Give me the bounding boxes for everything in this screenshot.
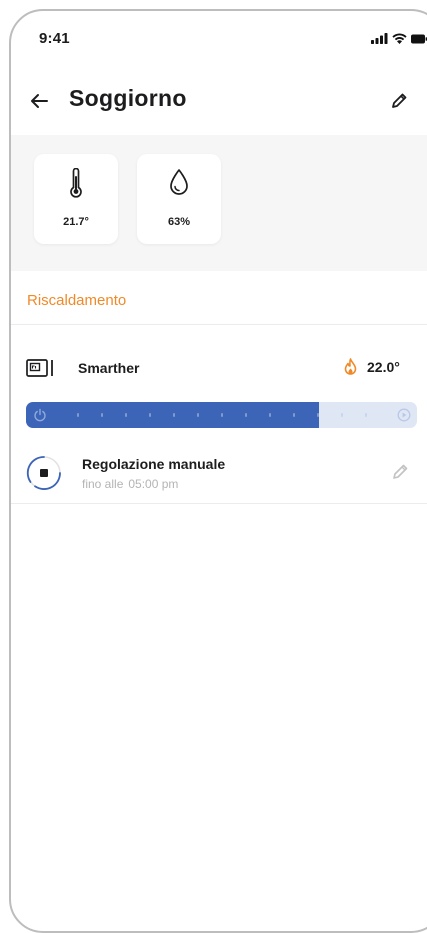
pencil-icon	[392, 93, 407, 108]
page-title: Soggiorno	[69, 85, 187, 111]
setpoint-value: 22.0°	[367, 359, 400, 375]
divider	[11, 324, 427, 325]
timeline-tick	[245, 413, 247, 417]
mode-row[interactable]: Regolazione manuale fino alle 05:00 pm	[11, 445, 427, 505]
edit-room-button[interactable]	[385, 87, 413, 115]
temperature-card[interactable]: 21.7°	[34, 154, 118, 244]
status-time: 9:41	[39, 30, 70, 47]
mode-until-time: 05:00 pm	[128, 477, 179, 491]
play-icon	[397, 408, 411, 422]
timeline-tick	[77, 413, 79, 417]
timeline-tick	[293, 413, 295, 417]
timeline-tick	[197, 413, 199, 417]
stop-icon	[26, 456, 61, 490]
humidity-value: 63%	[167, 216, 191, 228]
sensors-strip: 21.7° 63%	[11, 135, 427, 271]
timeline-tick	[269, 413, 271, 417]
mode-title: Regolazione manuale	[82, 456, 226, 472]
timeline-tick	[125, 413, 127, 417]
setpoint: 22.0°	[344, 358, 400, 376]
temperature-value: 21.7°	[63, 216, 89, 228]
humidity-drop-icon	[170, 169, 188, 195]
signal-icon	[371, 33, 388, 44]
header: Soggiorno	[11, 71, 427, 131]
device-row[interactable]: Smarther 22.0°	[11, 345, 427, 395]
power-icon	[34, 408, 46, 422]
timeline-bar[interactable]	[26, 402, 417, 428]
timeline-tick	[101, 413, 103, 417]
timeline-tick	[221, 413, 223, 417]
thermostat-icon	[26, 359, 53, 377]
battery-icon	[411, 34, 427, 43]
back-button[interactable]	[25, 87, 53, 115]
arrow-left-icon	[31, 94, 48, 108]
timeline-tick	[365, 413, 367, 417]
timeline-tick	[317, 413, 319, 417]
timeline-tick	[341, 413, 343, 417]
timeline-tick	[173, 413, 175, 417]
thermometer-icon	[70, 168, 82, 198]
humidity-card[interactable]: 63%	[137, 154, 221, 244]
mode-subtitle: fino alle 05:00 pm	[82, 477, 178, 491]
status-icons	[371, 33, 427, 44]
timeline-tick	[149, 413, 151, 417]
flame-icon	[344, 358, 357, 375]
device-name: Smarther	[78, 360, 140, 376]
mode-until-label: fino alle	[82, 477, 124, 491]
status-bar: 9:41	[11, 11, 427, 61]
wifi-icon	[392, 33, 407, 44]
pencil-icon	[393, 464, 408, 479]
section-title: Riscaldamento	[27, 292, 127, 309]
phone-screen: 9:41 Soggiorno 21.7° 63% Riscaldamento S…	[9, 9, 427, 933]
divider	[11, 503, 427, 504]
edit-mode-button[interactable]	[391, 463, 409, 486]
